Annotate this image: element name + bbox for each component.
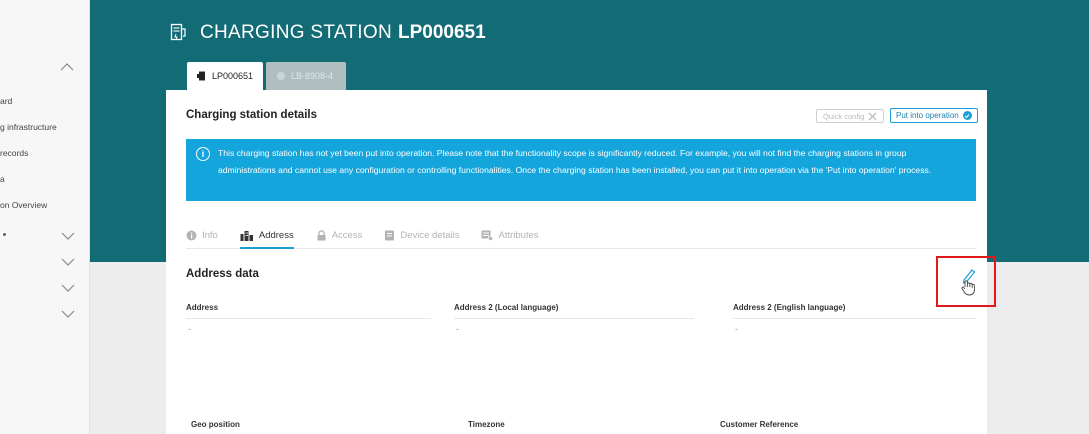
tab-lb-8908-4[interactable]: LB-8908-4: [266, 62, 346, 90]
put-into-operation-button[interactable]: Put into operation: [890, 108, 978, 123]
chevron-down-icon[interactable]: [61, 283, 75, 293]
card-title: Charging station details: [186, 109, 317, 121]
page-title: CHARGING STATION LP000651: [170, 22, 486, 44]
field-value-address-2-english: -: [735, 324, 738, 334]
device-icon: [385, 230, 395, 240]
detail-tabs: Info Address Access Device details Attri…: [186, 225, 976, 249]
sidebar-item-data[interactable]: a: [0, 174, 5, 184]
attributes-icon: [481, 230, 494, 241]
sidebar-item-station-overview[interactable]: on Overview: [0, 200, 47, 210]
tab-device-details-label: Device details: [400, 229, 460, 241]
sidebar-item-charging-infrastructure[interactable]: g infrastructure: [0, 122, 57, 132]
info-icon: [186, 230, 197, 240]
tab-address-label: Address: [258, 229, 294, 241]
charging-station-icon: [197, 71, 205, 81]
tab-access[interactable]: Access: [316, 225, 363, 247]
quick-config-label: Quick config: [823, 111, 865, 121]
device-icon: [277, 72, 285, 80]
address-icon: [240, 230, 253, 241]
field-label-customer-reference: Customer Reference: [720, 420, 799, 429]
chevron-up-icon[interactable]: [60, 62, 74, 72]
field-divider: [454, 318, 694, 319]
tab-attributes-label: Attributes: [498, 229, 539, 241]
field-label-timezone: Timezone: [468, 420, 505, 429]
field-label-address-2-local: Address 2 (Local language): [454, 303, 559, 312]
address-data-title: Address data: [186, 268, 259, 280]
chevron-down-icon[interactable]: [61, 257, 75, 267]
chevron-down-icon[interactable]: [61, 309, 75, 319]
tab-info-label: Info: [202, 229, 218, 241]
lock-icon: [317, 229, 326, 240]
tab-label: LP000651: [211, 71, 253, 81]
field-divider: [733, 318, 976, 319]
sidebar-item-dashboard[interactable]: ard: [0, 96, 12, 106]
tab-label: LB-8908-4: [291, 71, 334, 81]
check-icon: [962, 111, 972, 120]
field-label-address-2-english: Address 2 (English language): [733, 303, 846, 312]
quick-config-button[interactable]: Quick config: [816, 109, 885, 123]
charging-station-icon: [170, 23, 186, 41]
tab-lp000651[interactable]: LP000651: [187, 62, 263, 90]
field-divider: [186, 318, 431, 319]
highlight-box: [936, 256, 996, 307]
field-value-address-2-local: -: [456, 324, 459, 334]
field-value-address: -: [188, 324, 191, 334]
put-into-operation-label: Put into operation: [896, 111, 959, 120]
sidebar-bullet: [3, 233, 6, 236]
sidebar: ard g infrastructure records a on Overvi…: [0, 0, 90, 434]
config-icon: [868, 112, 877, 120]
page-title-id: LP000651: [398, 22, 486, 43]
info-icon: i: [196, 147, 210, 161]
details-card: Charging station details Quick config Pu…: [166, 90, 996, 434]
field-label-address: Address: [186, 303, 219, 312]
info-banner: i This charging station has not yet been…: [186, 139, 976, 201]
field-label-geo-position: Geo position: [191, 420, 240, 429]
chevron-down-icon[interactable]: [61, 231, 75, 241]
tab-address[interactable]: Address: [239, 225, 294, 249]
tab-info[interactable]: Info: [186, 225, 218, 247]
tab-attributes[interactable]: Attributes: [481, 225, 539, 247]
page-title-prefix: CHARGING STATION: [200, 22, 392, 43]
tab-device-details[interactable]: Device details: [384, 225, 459, 247]
tab-access-label: Access: [331, 229, 363, 241]
sidebar-item-records[interactable]: records: [0, 148, 28, 158]
info-banner-text: This charging station has not yet been p…: [218, 148, 932, 175]
